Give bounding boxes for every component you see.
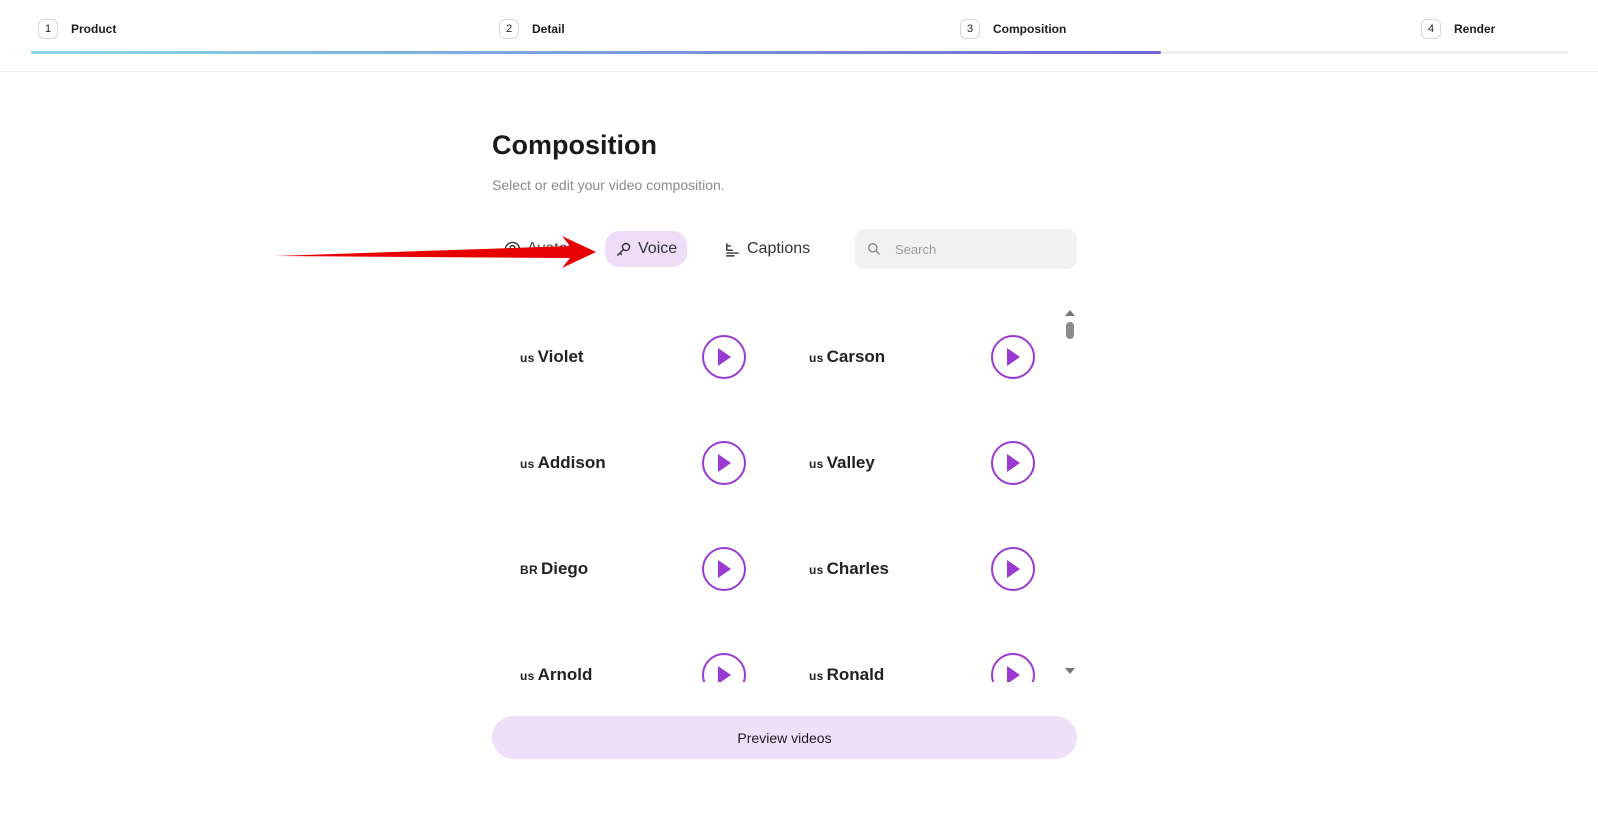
voice-card[interactable]: BR Diego (492, 539, 752, 599)
page-subtitle: Select or edit your video composition. (492, 177, 725, 193)
flag-label: us (520, 669, 535, 682)
voice-name: us Arnold (520, 665, 592, 682)
voice-card[interactable]: us Arnold (492, 645, 752, 682)
voice-card[interactable]: us Ronald (781, 645, 1041, 682)
search-box (855, 229, 1077, 269)
page-title: Composition (492, 130, 657, 160)
captions-icon (726, 242, 739, 257)
step-number: 1 (38, 19, 58, 39)
annotation-arrow-icon (275, 236, 596, 268)
voice-name: BR Diego (520, 559, 588, 579)
play-icon (718, 560, 731, 578)
flag-label: us (809, 669, 824, 682)
voice-name: us Addison (520, 453, 606, 473)
voice-name: us Charles (809, 559, 889, 579)
play-button[interactable] (702, 335, 746, 379)
flag-label: us (809, 563, 824, 577)
play-button[interactable] (991, 653, 1035, 682)
step-label: Product (71, 22, 117, 36)
play-button[interactable] (991, 547, 1035, 591)
scrollbar-thumb[interactable] (1066, 322, 1074, 339)
voice-name: us Valley (809, 453, 875, 473)
play-button[interactable] (991, 335, 1035, 379)
step-number: 3 (960, 19, 980, 39)
play-icon (718, 348, 731, 366)
voice-card[interactable]: us Carson (781, 327, 1041, 387)
voice-label: Carson (826, 347, 886, 366)
progress-track (31, 51, 1568, 54)
play-icon (1007, 348, 1020, 366)
play-icon (718, 666, 731, 682)
voice-label: Valley (826, 453, 875, 472)
step-number: 2 (499, 19, 519, 39)
tab-captions-label: Captions (747, 240, 811, 257)
voice-label: Ronald (826, 665, 885, 682)
play-icon (1007, 454, 1020, 472)
flag-label: us (809, 351, 824, 365)
scroll-up-arrow[interactable] (1065, 310, 1075, 316)
step-product[interactable]: 1 Product (38, 19, 116, 39)
tab-captions[interactable]: Captions (714, 231, 820, 267)
play-icon (1007, 560, 1020, 578)
play-icon (1007, 666, 1020, 682)
preview-videos-button[interactable]: Preview videos (492, 716, 1077, 759)
play-icon (718, 454, 731, 472)
voice-label: Arnold (537, 665, 593, 682)
scroll-down-arrow[interactable] (1065, 668, 1075, 674)
progress-fill (31, 51, 1161, 54)
flag-label: us (520, 457, 535, 471)
search-icon (868, 243, 880, 255)
play-button[interactable] (702, 441, 746, 485)
step-label: Render (1454, 22, 1496, 36)
step-composition[interactable]: 3 Composition (960, 19, 1066, 39)
tab-voice[interactable]: Voice (605, 231, 688, 267)
voice-card[interactable]: us Violet (492, 327, 752, 387)
tab-voice-label: Voice (638, 240, 678, 257)
flag-label: us (520, 351, 535, 365)
play-button[interactable] (702, 653, 746, 682)
voice-card[interactable]: us Addison (492, 433, 752, 493)
voice-label: Charles (826, 559, 889, 578)
step-detail[interactable]: 2 Detail (499, 19, 565, 39)
voice-name: us Carson (809, 347, 885, 367)
voice-card[interactable]: us Charles (781, 539, 1041, 599)
voice-list: us Violet us Carson us Addison us Valley BR D… (492, 300, 1082, 682)
step-number: 4 (1421, 19, 1441, 39)
voice-name: us Violet (520, 347, 584, 367)
play-button[interactable] (991, 441, 1035, 485)
search-input[interactable] (893, 240, 1067, 258)
flag-label: BR (520, 563, 538, 577)
stepper: 1 Product 2 Detail 3 Composition 4 Rende… (0, 0, 1598, 72)
voice-name: us Ronald (809, 665, 884, 682)
flag-label: us (809, 457, 824, 471)
play-button[interactable] (702, 547, 746, 591)
voice-label: Addison (537, 453, 606, 472)
step-label: Composition (993, 22, 1067, 36)
step-label: Detail (532, 22, 565, 36)
voice-label: Diego (540, 559, 589, 578)
step-render[interactable]: 4 Render (1421, 19, 1495, 39)
microphone-icon (617, 242, 631, 256)
voice-label: Violet (537, 347, 584, 366)
voice-card[interactable]: us Valley (781, 433, 1041, 493)
